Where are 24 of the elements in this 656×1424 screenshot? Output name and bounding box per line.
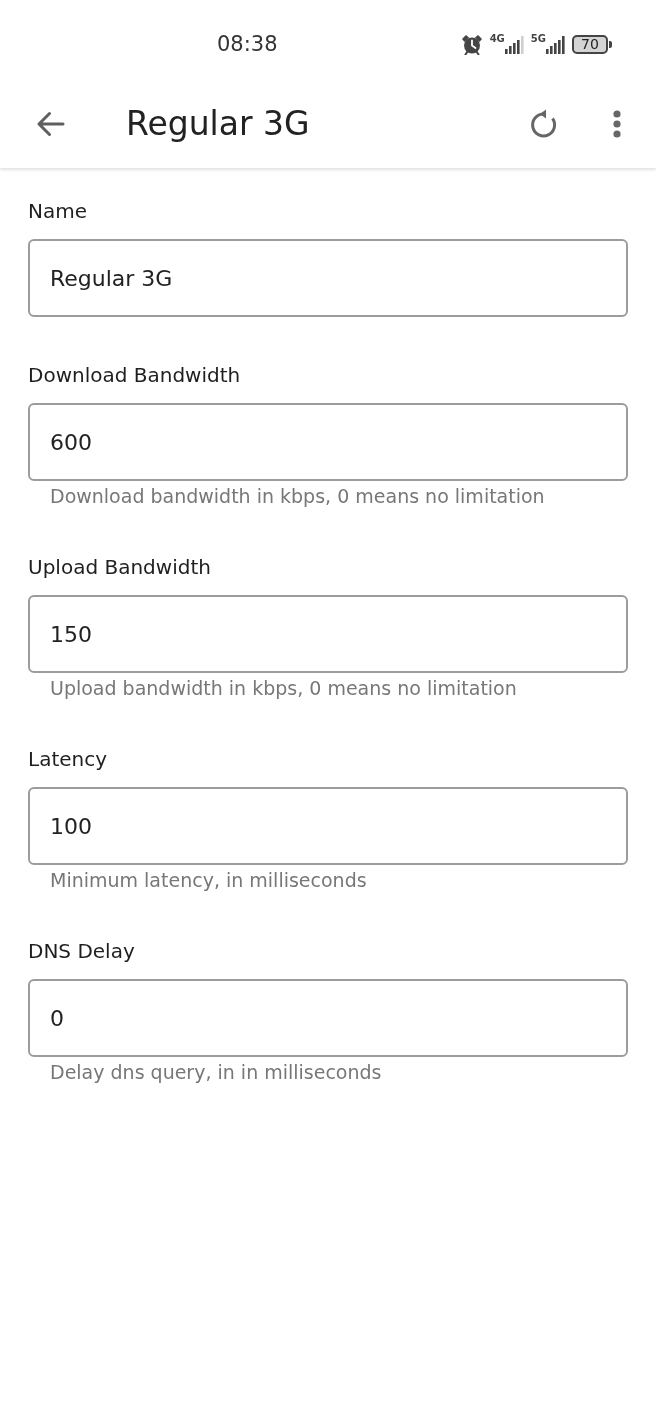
input-field[interactable]: Regular 3G — [28, 239, 628, 317]
helper-text: Delay dns query, in in milliseconds — [49, 1060, 383, 1085]
field-label: Latency — [28, 746, 109, 773]
field-label: Name — [28, 198, 88, 225]
helper-text: Upload bandwidth in kbps, 0 means no limitation — [49, 676, 518, 701]
clock-time: 08:38 — [217, 31, 278, 58]
signal-bars-icon — [504, 36, 524, 54]
alarm-clock-icon — [460, 33, 483, 55]
helper-text: Minimum latency, in milliseconds — [49, 868, 368, 893]
signal-bars-icon — [546, 36, 565, 54]
helper-text: Download bandwidth in kbps, 0 means no limitation — [49, 484, 546, 509]
network-type-label: 4G — [489, 34, 505, 44]
field-label: DNS Delay — [28, 938, 136, 965]
field-label: Upload Bandwidth — [28, 554, 212, 581]
more-options-icon[interactable] — [613, 110, 621, 138]
input-field[interactable]: 100 — [28, 787, 628, 865]
input-field[interactable]: 0 — [28, 979, 628, 1057]
battery-indicator: 70 — [572, 34, 612, 54]
network-type-label: 5G — [530, 34, 546, 44]
screen-title: Regular 3G — [126, 104, 310, 144]
back-arrow-icon[interactable] — [35, 109, 65, 139]
input-field[interactable]: 150 — [28, 595, 628, 673]
field-label: Download Bandwidth — [28, 362, 242, 389]
input-field[interactable]: 600 — [28, 403, 628, 481]
